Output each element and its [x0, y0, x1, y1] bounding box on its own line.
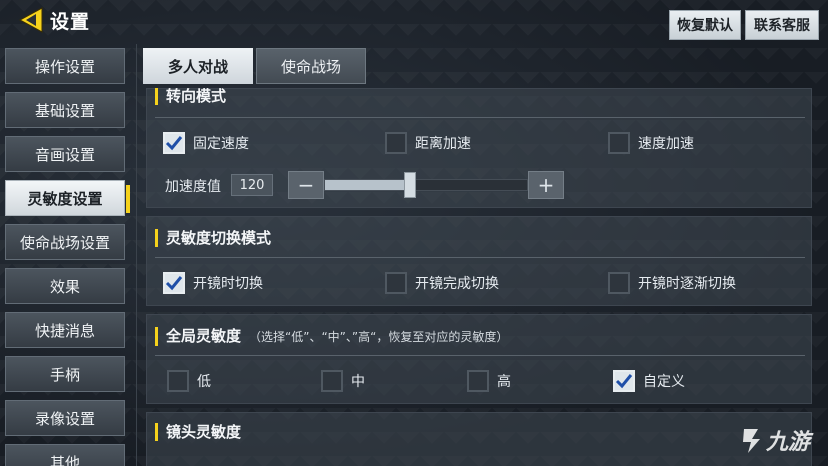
- sidebar-item-sensitivity[interactable]: 灵敏度设置: [5, 180, 130, 216]
- tab-multiplayer[interactable]: 多人对战: [143, 48, 253, 84]
- option-low[interactable]: 低: [167, 370, 211, 392]
- sidebar-divider: [136, 44, 137, 466]
- checkmark-icon: [165, 276, 183, 291]
- option-distance-accel[interactable]: 距离加速: [385, 132, 471, 154]
- back-button[interactable]: [14, 5, 48, 35]
- sidebar-item-quick-messages[interactable]: 快捷消息: [5, 312, 125, 348]
- sidebar-item-other[interactable]: 其他: [5, 444, 125, 466]
- acceleration-slider-thumb[interactable]: [403, 172, 416, 198]
- restore-default-button[interactable]: 恢复默认: [669, 10, 741, 40]
- option-label: 速度加速: [638, 136, 694, 152]
- sidebar: 操作设置 基础设置 音画设置 灵敏度设置 使命战场设置 效果 快捷消息 手柄 录…: [0, 44, 136, 466]
- nine-game-logo-icon: [743, 429, 760, 453]
- option-speed-accel[interactable]: 速度加速: [608, 132, 694, 154]
- tab-battle-royale[interactable]: 使命战场: [256, 48, 366, 84]
- checkbox[interactable]: [385, 272, 407, 294]
- sidebar-item-controls[interactable]: 操作设置: [5, 48, 125, 84]
- section-divider: [155, 257, 805, 258]
- section-title: 灵敏度切换模式: [155, 229, 271, 247]
- checkmark-icon: [165, 136, 183, 151]
- back-arrow-icon: [18, 7, 43, 33]
- acceleration-increase-button[interactable]: +: [528, 171, 564, 199]
- checkbox[interactable]: [163, 132, 185, 154]
- checkbox[interactable]: [613, 370, 635, 392]
- option-label: 固定速度: [193, 136, 249, 152]
- section-divider: [155, 355, 805, 356]
- section-turn-mode: 转向模式 固定速度 距离加速 速度加速 加速度值 120 − +: [146, 88, 812, 208]
- option-label: 距离加速: [415, 136, 471, 152]
- checkbox[interactable]: [608, 272, 630, 294]
- option-switch-gradual[interactable]: 开镜时逐渐切换: [608, 272, 736, 294]
- option-medium[interactable]: 中: [321, 370, 365, 392]
- acceleration-decrease-button[interactable]: −: [288, 171, 324, 199]
- option-label: 自定义: [643, 374, 685, 390]
- option-label: 开镜时切换: [193, 276, 263, 292]
- option-high[interactable]: 高: [467, 370, 511, 392]
- acceleration-slider-fill: [325, 180, 410, 190]
- sidebar-item-effects[interactable]: 效果: [5, 268, 125, 304]
- option-custom[interactable]: 自定义: [613, 370, 685, 392]
- section-divider: [155, 117, 805, 118]
- checkbox[interactable]: [608, 132, 630, 154]
- option-switch-after-scope[interactable]: 开镜完成切换: [385, 272, 499, 294]
- section-global-sensitivity: 全局灵敏度 （选择“低”、“中”、”高“，恢复至对应的灵敏度） 低 中 高 自定义: [146, 314, 812, 404]
- section-title: 全局灵敏度 （选择“低”、“中”、”高“，恢复至对应的灵敏度）: [155, 327, 508, 346]
- sidebar-item-audio-video[interactable]: 音画设置: [5, 136, 125, 172]
- sidebar-item-battle-royale[interactable]: 使命战场设置: [5, 224, 125, 260]
- watermark: 九游: [738, 424, 810, 456]
- checkbox[interactable]: [467, 370, 489, 392]
- checkbox[interactable]: [321, 370, 343, 392]
- settings-scroll-area[interactable]: 转向模式 固定速度 距离加速 速度加速 加速度值 120 − + 灵敏度切换模式: [146, 88, 818, 466]
- option-label: 高: [497, 374, 511, 390]
- sidebar-item-recording[interactable]: 录像设置: [5, 400, 125, 436]
- option-label: 低: [197, 374, 211, 390]
- section-title: 转向模式: [155, 88, 226, 105]
- section-title: 镜头灵敏度: [155, 423, 241, 441]
- acceleration-label: 加速度值: [165, 179, 221, 195]
- option-switch-on-scope[interactable]: 开镜时切换: [163, 272, 263, 294]
- checkbox[interactable]: [167, 370, 189, 392]
- section-lens-sensitivity: 镜头灵敏度: [146, 412, 812, 466]
- option-fixed-speed[interactable]: 固定速度: [163, 132, 249, 154]
- contact-support-button[interactable]: 联系客服: [745, 10, 819, 40]
- section-hint: （选择“低”、“中”、”高“，恢复至对应的灵敏度）: [249, 330, 509, 344]
- section-switch-mode: 灵敏度切换模式 开镜时切换 开镜完成切换 开镜时逐渐切换: [146, 216, 812, 306]
- option-label: 中: [351, 374, 365, 390]
- checkmark-icon: [615, 374, 633, 389]
- page-title: 设置: [50, 11, 91, 33]
- section-title-text: 全局灵敏度: [166, 327, 242, 345]
- option-label: 开镜完成切换: [415, 276, 499, 292]
- acceleration-value: 120: [231, 174, 273, 196]
- acceleration-slider-track[interactable]: [324, 179, 528, 191]
- checkbox[interactable]: [163, 272, 185, 294]
- sidebar-item-gamepad[interactable]: 手柄: [5, 356, 125, 392]
- checkbox[interactable]: [385, 132, 407, 154]
- option-label: 开镜时逐渐切换: [638, 276, 736, 292]
- watermark-text: 九游: [766, 430, 811, 455]
- sidebar-item-basic[interactable]: 基础设置: [5, 92, 125, 128]
